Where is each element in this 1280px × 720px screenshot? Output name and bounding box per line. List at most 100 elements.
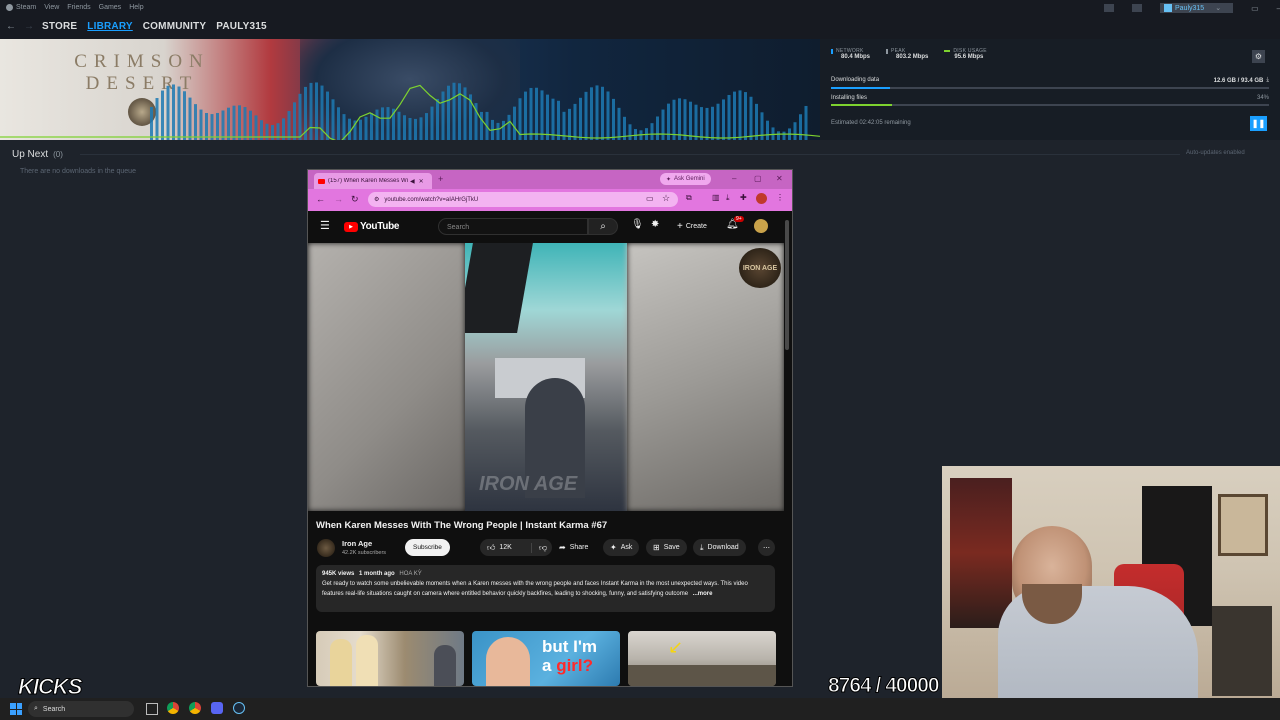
youtube-play-icon: ▶ — [344, 221, 358, 232]
like-button[interactable]: 👍︎ 12K — [480, 542, 532, 553]
bell-icon[interactable] — [1132, 4, 1142, 12]
description-box[interactable]: 945K views 1 month ago HOA KỲ Get ready … — [316, 565, 775, 612]
share-button[interactable]: ➦ Share — [552, 539, 595, 556]
bandwidth-bar — [375, 109, 379, 140]
webcam-feed — [942, 466, 1280, 720]
window-maximize-icon[interactable]: ▢ — [754, 174, 762, 183]
taskbar-search[interactable]: ⌕ Search — [28, 701, 134, 717]
channel-watermark-badge: IRON AGE — [739, 248, 781, 288]
bandwidth-bar — [194, 104, 197, 140]
browser-tab[interactable]: (157) When Karen Messes Wi ◀ ✕ — [314, 173, 432, 189]
window-close-icon[interactable]: ✕ — [776, 174, 783, 183]
show-more-link[interactable]: ...more — [693, 591, 713, 597]
bandwidth-bar — [425, 113, 428, 140]
settings-gear-icon[interactable]: ⚙ — [1252, 50, 1265, 63]
bandwidth-bar — [722, 99, 725, 140]
ask-button[interactable]: ✦ Ask — [603, 539, 640, 556]
bandwidth-bar — [397, 111, 401, 140]
download-tray-icon[interactable]: ⤓ — [726, 193, 730, 203]
page-scrollbar[interactable] — [785, 220, 789, 350]
task-view-icon[interactable] — [146, 703, 158, 715]
channel-name[interactable]: Iron Age — [342, 539, 372, 548]
new-tab-icon[interactable]: + — [438, 174, 443, 184]
youtube-logo[interactable]: ▶ YouTube — [344, 221, 400, 232]
bandwidth-bar — [755, 103, 758, 140]
forward-icon[interactable]: → — [334, 194, 343, 204]
nav-profile[interactable]: PAULY315 — [216, 21, 267, 32]
site-info-icon[interactable]: ⚙ — [374, 196, 379, 203]
bandwidth-bar — [326, 91, 329, 140]
save-label: Save — [663, 544, 680, 551]
extension-puzzle-icon[interactable]: ✚ — [740, 193, 747, 202]
video-title: When Karen Messes With The Wrong People … — [316, 520, 608, 531]
chrome-icon[interactable] — [167, 702, 179, 714]
video-player[interactable]: IRON AGE IRON AGE — [308, 243, 784, 511]
bandwidth-bar — [590, 87, 593, 140]
download-button[interactable]: ⤓ Download — [693, 539, 746, 556]
account-avatar[interactable] — [754, 219, 768, 233]
peak-legend-icon — [886, 48, 889, 54]
save-bookmark-icon: ⊞ — [653, 543, 660, 552]
extensions-icon[interactable]: ⧉ — [686, 193, 692, 203]
menu-help[interactable]: Help — [129, 4, 143, 11]
announce-icon[interactable] — [1104, 4, 1114, 12]
hamburger-menu-icon[interactable]: ☰ — [320, 219, 330, 232]
forward-arrow-icon[interactable]: → — [24, 21, 34, 32]
profile-avatar[interactable] — [756, 193, 767, 204]
notifications-button[interactable]: 🔔︎ 9+ — [726, 216, 744, 230]
downloading-progress-bar — [831, 87, 1269, 89]
microphone-icon[interactable]: 🎙 — [631, 219, 644, 230]
search-button[interactable]: ⌕ — [588, 218, 618, 235]
bandwidth-bar — [793, 122, 797, 140]
minimize-icon[interactable]: – — [1277, 4, 1280, 13]
discord-icon[interactable] — [211, 702, 223, 714]
bookmark-star-icon[interactable]: ☆ — [662, 193, 670, 204]
start-button[interactable] — [10, 703, 22, 715]
sparkle-icon[interactable]: ✸ — [651, 219, 659, 230]
menu-games[interactable]: Games — [99, 4, 122, 11]
menu-view[interactable]: View — [44, 4, 59, 11]
cast-icon[interactable]: ▭ — [646, 194, 654, 203]
back-icon[interactable]: ← — [316, 194, 325, 204]
bandwidth-bar — [711, 106, 714, 140]
nav-community[interactable]: COMMUNITY — [143, 21, 206, 32]
steam-taskbar-icon[interactable] — [233, 702, 245, 714]
thumbs-down-icon: 👎︎ — [539, 542, 548, 552]
chrome-profile-icon[interactable] — [189, 702, 201, 714]
subscribe-button[interactable]: Subscribe — [405, 539, 450, 556]
browser-toolbar: ← → ↻ ⚙ youtube.com/watch?v=aIAHrGjTkU ▭… — [308, 189, 792, 211]
big-picture-icon[interactable]: ▭ — [1251, 4, 1259, 13]
reload-icon[interactable]: ↻ — [351, 194, 359, 205]
user-menu[interactable]: Pauly315 ⌄ — [1160, 3, 1234, 13]
menu-friends[interactable]: Friends — [67, 4, 90, 11]
window-minimize-icon[interactable]: – — [732, 174, 736, 183]
browser-window: (157) When Karen Messes Wi ◀ ✕ + ✦ Ask G… — [307, 169, 793, 687]
channel-avatar[interactable] — [317, 539, 335, 557]
nav-store[interactable]: STORE — [42, 21, 77, 32]
related-video-thumb-2[interactable]: but I'm a girl? — [472, 631, 620, 686]
related-video-thumb-3[interactable]: ↙ — [628, 631, 776, 686]
bandwidth-bar — [733, 91, 736, 140]
save-button[interactable]: ⊞ Save — [646, 539, 687, 556]
address-bar[interactable]: ⚙ youtube.com/watch?v=aIAHrGjTkU — [368, 192, 678, 207]
share-label: Share — [569, 544, 589, 551]
ask-gemini-button[interactable]: ✦ Ask Gemini — [660, 173, 711, 185]
thumb2-text-line2: a — [542, 656, 557, 675]
bandwidth-bar — [359, 119, 362, 140]
nav-library[interactable]: LIBRARY — [87, 21, 132, 32]
back-arrow-icon[interactable]: ← — [6, 21, 16, 32]
related-video-thumb-1[interactable] — [316, 631, 464, 686]
game-banner[interactable]: CRIMSON DESERT — [0, 39, 820, 140]
create-button[interactable]: + Create — [670, 218, 714, 235]
more-actions-button[interactable]: ⋯ — [758, 539, 775, 556]
bandwidth-bar — [166, 85, 170, 140]
menu-steam[interactable]: Steam — [16, 4, 36, 11]
auto-updates-status[interactable]: Auto-updates enabled — [1186, 150, 1245, 156]
bandwidth-bar — [535, 87, 538, 140]
dislike-button[interactable]: 👎︎ — [532, 543, 547, 553]
sidebar-icon[interactable]: ▥ — [712, 193, 720, 202]
pause-button[interactable]: ❚❚ — [1250, 116, 1267, 131]
tab-close-icon[interactable]: ✕ — [419, 178, 424, 185]
search-input[interactable]: Search — [438, 218, 588, 235]
browser-menu-icon[interactable]: ⋮ — [776, 193, 784, 202]
